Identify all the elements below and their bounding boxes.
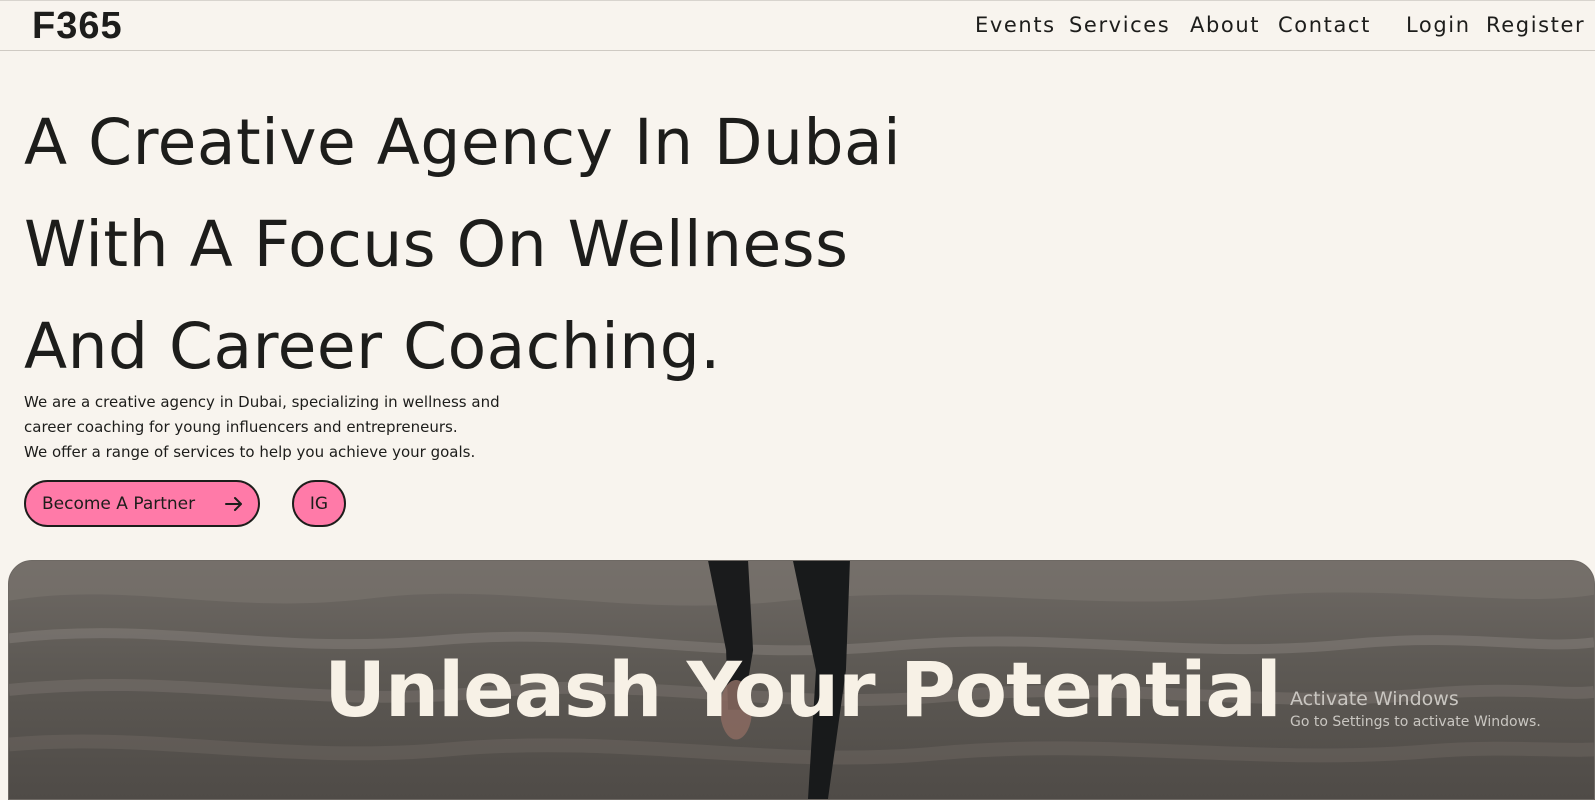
hero-description-line: We offer a range of services to help you… [24,443,476,461]
arrow-right-icon [225,496,242,511]
hero-heading-line: With A Focus On Wellness [24,208,849,281]
site-logo[interactable]: F365 [32,5,123,48]
hero-description-line: career coaching for young influencers an… [24,418,458,436]
instagram-button[interactable]: IG [292,480,346,527]
nav-link-events[interactable]: Events [975,13,1056,37]
nav-link-login[interactable]: Login [1406,13,1471,37]
activate-windows-subtitle: Go to Settings to activate Windows. [1290,714,1541,730]
top-navbar: F365 Events Services About Contact Login… [0,0,1595,51]
hero-heading: A Creative Agency In Dubai With A Focus … [24,92,901,398]
become-partner-button[interactable]: Become A Partner [24,480,260,527]
become-partner-label: Become A Partner [42,493,196,514]
nav-link-register[interactable]: Register [1486,13,1585,37]
hero-description-line: We are a creative agency in Dubai, speci… [24,393,500,411]
hero-description: We are a creative agency in Dubai, speci… [24,390,500,465]
nav-link-about[interactable]: About [1190,13,1260,37]
activate-windows-watermark: Activate Windows Go to Settings to activ… [1290,688,1541,730]
nav-link-contact[interactable]: Contact [1278,13,1371,37]
hero-heading-line: A Creative Agency In Dubai [24,106,902,179]
nav-link-services[interactable]: Services [1069,13,1170,37]
hero-banner: Unleash Your Potential [8,560,1595,800]
activate-windows-title: Activate Windows [1290,688,1459,710]
hero-heading-line: And Career Coaching. [24,310,721,383]
